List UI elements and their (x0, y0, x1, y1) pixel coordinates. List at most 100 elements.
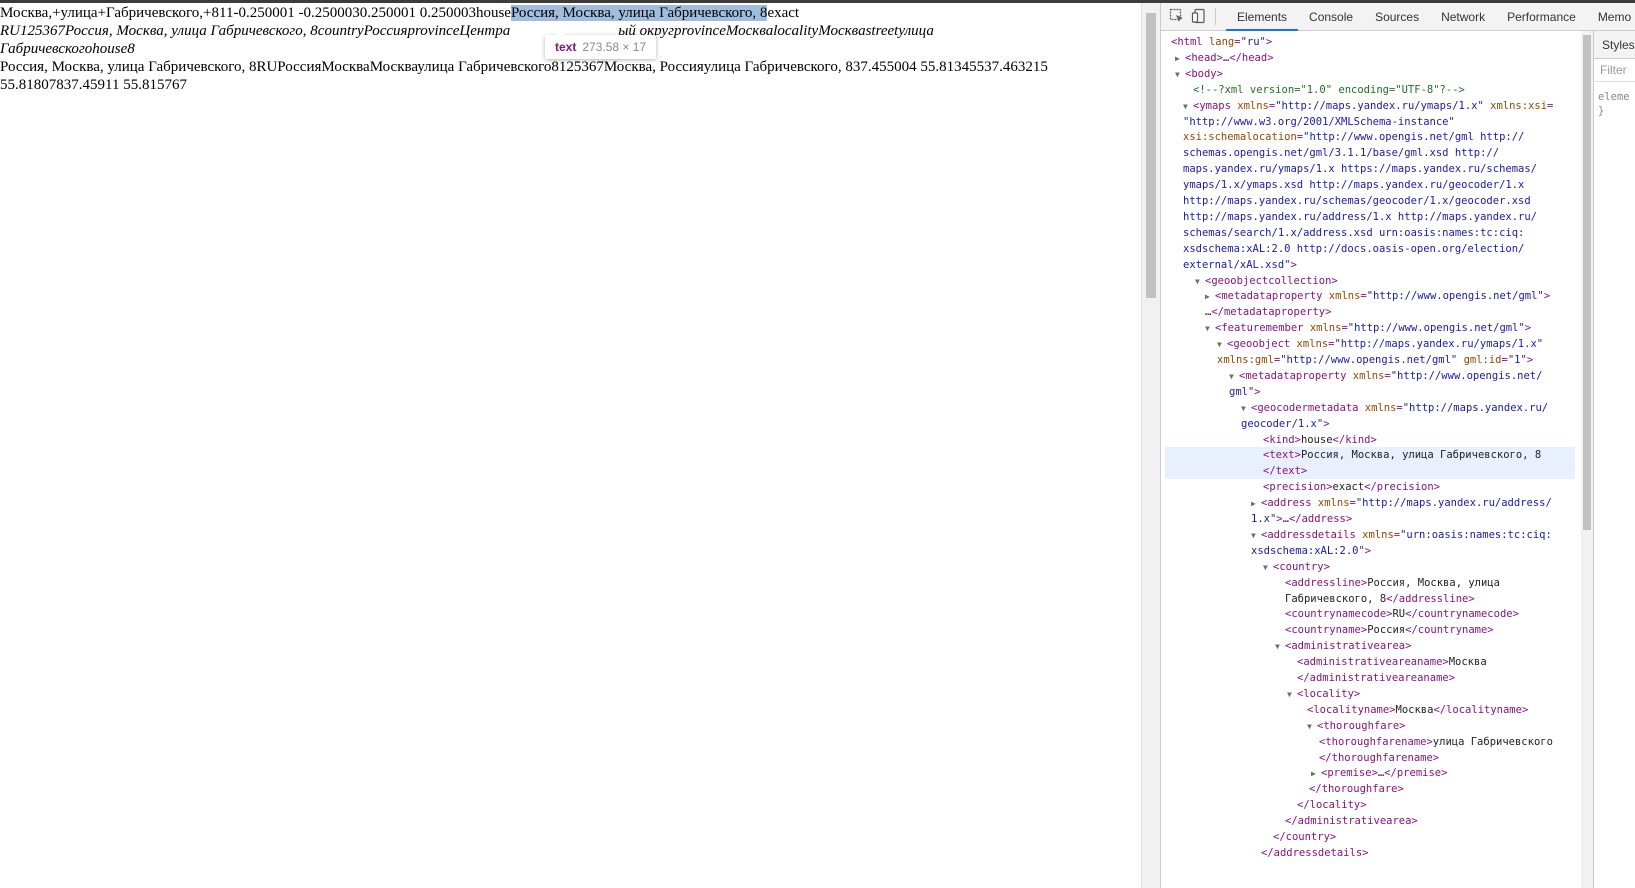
collapse-triangle-icon[interactable]: ▼ (1241, 401, 1251, 417)
tree-node-content: ▼ <metadataproperty xmlns="http://www.ope… (1229, 368, 1542, 385)
tooltip-dimensions: 273.58 × 17 (582, 40, 647, 54)
tree-node-content: ▼ <administrativearea> (1275, 638, 1411, 655)
tree-token-tag: > (1290, 258, 1297, 271)
tree-token-txt: RU (1392, 608, 1406, 621)
tree-token-tag: <kind> (1263, 433, 1301, 446)
tree-token-val: "http://www.opengis.net/ (1390, 369, 1543, 382)
tree-node-content: ▼ <featuremember xmlns="http://www.opengi… (1205, 320, 1531, 337)
tree-node-content: <administrativeareaname>Москва (1297, 654, 1487, 670)
tab-console[interactable]: Console (1298, 3, 1364, 30)
tree-token-val: "http://www.opengis.net/gml http:// (1303, 131, 1525, 144)
collapse-triangle-icon[interactable]: ▼ (1263, 560, 1273, 576)
tree-token-tag: <locality> (1297, 687, 1361, 700)
tree-token-val: schemas/search/1.x/address.xsd urn:oasis… (1183, 226, 1525, 239)
collapse-triangle-icon[interactable]: ▼ (1287, 687, 1297, 703)
tab-memory[interactable]: Memo (1587, 3, 1635, 30)
tree-node-content: ▼ <geoobject xmlns="http://maps.yandex.ru… (1217, 336, 1543, 353)
tree-token-tag: </localityname> (1433, 703, 1529, 716)
tree-token-tag: </precision> (1364, 481, 1441, 494)
tree-node-content: ymaps/1.x/ymaps.xsd http://maps.yandex.r… (1183, 177, 1524, 193)
tree-token-tag: > (1265, 36, 1273, 48)
tree-node-content: ▼ <locality> (1287, 686, 1360, 703)
tree-token-val: "1" (1507, 354, 1527, 366)
tree-token-attr: gml:id (1457, 354, 1502, 366)
tree-token-tag: <text> (1263, 449, 1301, 462)
tree-node-content: 1.x">…</address> (1251, 511, 1352, 527)
collapse-triangle-icon[interactable]: ▼ (1205, 321, 1215, 337)
tree-node-content: <text>Россия, Москва, улица Габричевског… (1263, 447, 1541, 463)
tree-token-tag: > (1524, 322, 1532, 335)
tree-token-txt: улица Габричевского (1432, 735, 1553, 748)
collapse-triangle-icon[interactable]: ▼ (1217, 337, 1227, 353)
tree-token-val: "http://maps.yandex.ru/ (1402, 401, 1549, 414)
tree-token-attr: xmlns (1317, 497, 1350, 510)
tree-node-selected[interactable]: <text>Россия, Москва, улица Габричевског… (1165, 447, 1575, 464)
tree-node-content: <kind>house</kind> (1263, 432, 1377, 448)
tree-token-val: "http://maps.yandex.ru/ymaps/1.x" (1334, 338, 1544, 351)
page-scrollbar[interactable] (1141, 3, 1160, 888)
page-line-2-b: ый округprovinceМоскваlocalityМоскваstre… (618, 23, 934, 39)
expand-triangle-icon[interactable]: ▶ (1175, 51, 1185, 67)
elements-tree[interactable]: <html lang="ru"> ▶ <head>…</head> ▼ <body> <!… (1161, 31, 1581, 888)
collapse-triangle-icon[interactable]: ▼ (1175, 67, 1185, 83)
tree-token-txt: house (1300, 433, 1333, 446)
expand-triangle-icon[interactable]: ▶ (1311, 766, 1321, 782)
tree-token-tag: </thoroughfarename> (1319, 751, 1440, 764)
tree-token-tag: </metadataproperty> (1211, 306, 1332, 319)
tree-node-content: …</metadataproperty> (1205, 304, 1331, 320)
tree-token-attr: xmlns:xsi (1483, 99, 1548, 112)
tree-node-content: <precision>exact</precision> (1263, 479, 1440, 495)
collapse-triangle-icon[interactable]: ▼ (1183, 99, 1193, 115)
collapse-triangle-icon[interactable]: ▼ (1229, 369, 1239, 385)
tree-token-tag: <geoobjectcollection> (1205, 274, 1338, 287)
tab-sources[interactable]: Sources (1364, 3, 1430, 30)
page-line-1-prefix: Москва,+улица+Габричевского,+811-0.25000… (0, 5, 511, 21)
tree-token-val: "http://www.w3.org/2001/XMLSchema-instan… (1183, 115, 1455, 128)
tree-token-val: 1.x" (1251, 513, 1277, 525)
tree-token-val: xsdschema:xAL:2.0" (1251, 544, 1365, 557)
collapse-triangle-icon[interactable]: ▼ (1251, 528, 1261, 544)
collapse-triangle-icon[interactable]: ▼ (1275, 639, 1285, 655)
tab-elements[interactable]: Elements (1226, 3, 1299, 31)
tree-token-val: "http://maps.yandex.ru/address/ (1355, 497, 1552, 510)
tree-token-attr: xmlns (1352, 369, 1385, 382)
tree-token-tag: </text> (1263, 465, 1308, 478)
tree-token-tag: = (1547, 99, 1554, 112)
tree-token-val: geocoder/1.x" (1241, 417, 1324, 430)
tree-token-tag: <geocodermetadata (1251, 401, 1365, 414)
inspect-element-icon[interactable] (1169, 8, 1185, 24)
inspected-text-highlight[interactable]: Россия, Москва, улица Габричевского, 8 (510, 5, 768, 21)
expand-triangle-icon[interactable]: ▶ (1205, 289, 1215, 305)
device-toolbar-icon[interactable] (1191, 8, 1207, 24)
tree-token-tag: <metadataproperty (1239, 369, 1353, 382)
tree-token-txt: Москва (1448, 656, 1487, 669)
tree-node-content: external/xAL.xsd"> (1183, 257, 1297, 273)
tree-token-tag: <body> (1185, 67, 1223, 80)
collapse-triangle-icon[interactable]: ▼ (1307, 719, 1317, 735)
tab-styles[interactable]: Styles (1594, 31, 1635, 59)
tree-node-content: <!--?xml version="1.0" encoding="UTF-8"?… (1193, 82, 1465, 98)
expand-triangle-icon[interactable]: ▶ (1251, 496, 1261, 512)
tab-performance[interactable]: Performance (1496, 3, 1587, 30)
tree-node-content: <localityname>Москва</localityname> (1307, 702, 1528, 718)
tree-node-selected[interactable]: </text> (1165, 463, 1575, 480)
tree-node-content: <addressline>Россия, Москва, улица (1285, 575, 1500, 591)
tree-node-content: ▶ <address xmlns="http://maps.yandex.ru/a… (1251, 495, 1552, 512)
tree-node-content: ▼ <body> (1175, 66, 1223, 83)
elements-scrollbar-thumb[interactable] (1583, 35, 1591, 530)
tree-node-content: ▼ <addressdetails xmlns="urn:oasis:names:… (1251, 527, 1552, 544)
tree-node-content: "http://www.w3.org/2001/XMLSchema-instan… (1183, 114, 1455, 130)
tree-token-tag: </countrynamecode> (1405, 608, 1519, 621)
styles-filter-input[interactable]: Filter (1594, 59, 1635, 82)
tree-token-val: ymaps/1.x/ymaps.xsd http://maps.yandex.r… (1183, 179, 1525, 192)
tree-node-content: </addressdetails> (1261, 845, 1368, 861)
page-scrollbar-thumb[interactable] (1146, 13, 1156, 298)
tree-token-attr: xmlns:gml (1217, 354, 1274, 366)
collapse-triangle-icon[interactable]: ▼ (1195, 274, 1205, 290)
page-line-2-a: RU125367Россия, Москва, улица Габричевск… (0, 23, 511, 39)
tab-network[interactable]: Network (1430, 3, 1496, 30)
tree-node-content: <thoroughfarename>улица Габричевского (1319, 734, 1553, 750)
elements-scrollbar[interactable] (1581, 31, 1593, 888)
tree-node-content: ▼ <country> (1263, 559, 1330, 576)
tree-node-content: </administrativearea> (1285, 813, 1418, 829)
